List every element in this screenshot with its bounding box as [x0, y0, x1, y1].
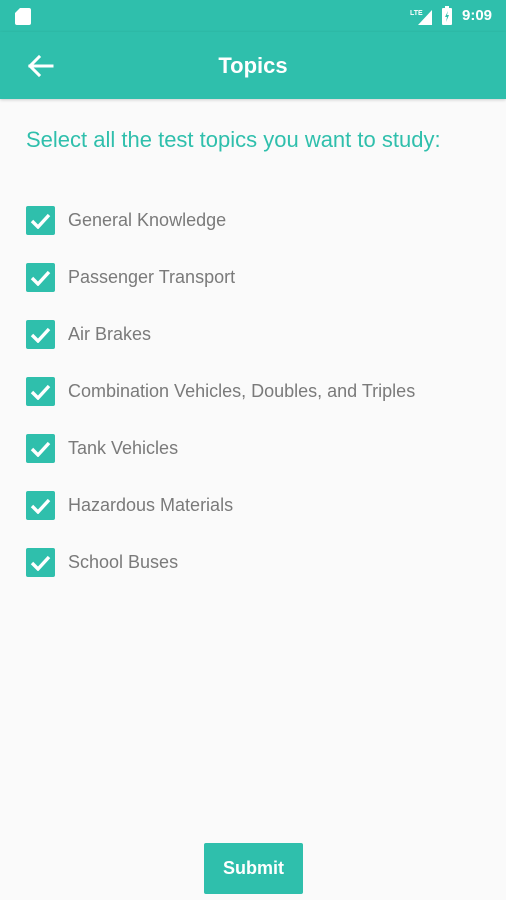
topic-list: General Knowledge Passenger Transport Ai…	[26, 192, 415, 591]
topic-label: Hazardous Materials	[68, 495, 234, 515]
topic-label: Air Brakes	[68, 324, 152, 344]
check-icon	[30, 555, 51, 571]
topic-item-school-buses[interactable]: School Buses	[26, 534, 415, 591]
topic-item-general-knowledge[interactable]: General Knowledge	[26, 192, 415, 249]
page-title: Topics	[218, 53, 288, 78]
submit-button[interactable]: Submit	[204, 843, 303, 894]
check-icon	[30, 498, 51, 514]
status-time: 9:09	[462, 7, 493, 24]
sd-card-icon	[15, 8, 31, 25]
checkbox[interactable]	[26, 491, 55, 520]
check-icon	[30, 384, 51, 400]
checkbox[interactable]	[26, 320, 55, 349]
topic-label: Tank Vehicles	[68, 438, 179, 458]
topic-label: General Knowledge	[68, 210, 227, 230]
signal-icon: LTE	[410, 10, 432, 25]
topic-item-air-brakes[interactable]: Air Brakes	[26, 306, 415, 363]
checkbox[interactable]	[26, 548, 55, 577]
battery-icon	[442, 6, 452, 25]
back-button[interactable]	[20, 46, 60, 86]
check-icon	[30, 327, 51, 343]
topic-item-combination-vehicles[interactable]: Combination Vehicles, Doubles, and Tripl…	[26, 363, 415, 420]
checkbox[interactable]	[26, 206, 55, 235]
check-icon	[30, 270, 51, 286]
arrow-back-icon	[27, 54, 54, 78]
app-bar: Topics	[0, 32, 506, 99]
svg-text:LTE: LTE	[410, 10, 423, 17]
topic-item-passenger-transport[interactable]: Passenger Transport	[26, 249, 415, 306]
checkbox[interactable]	[26, 377, 55, 406]
topic-label: School Buses	[68, 552, 179, 572]
checkbox[interactable]	[26, 434, 55, 463]
topic-label: Passenger Transport	[68, 267, 236, 287]
topic-item-hazardous-materials[interactable]: Hazardous Materials	[26, 477, 415, 534]
checkbox[interactable]	[26, 263, 55, 292]
topic-item-tank-vehicles[interactable]: Tank Vehicles	[26, 420, 415, 477]
topic-label: Combination Vehicles, Doubles, and Tripl…	[68, 381, 416, 401]
check-icon	[30, 213, 51, 229]
status-bar: LTE 9:09	[0, 0, 506, 32]
check-icon	[30, 441, 51, 457]
topics-screen: LTE 9:09 Topics Select all the test topi…	[0, 0, 506, 900]
instructions-heading: Select all the test topics you want to s…	[26, 127, 441, 152]
